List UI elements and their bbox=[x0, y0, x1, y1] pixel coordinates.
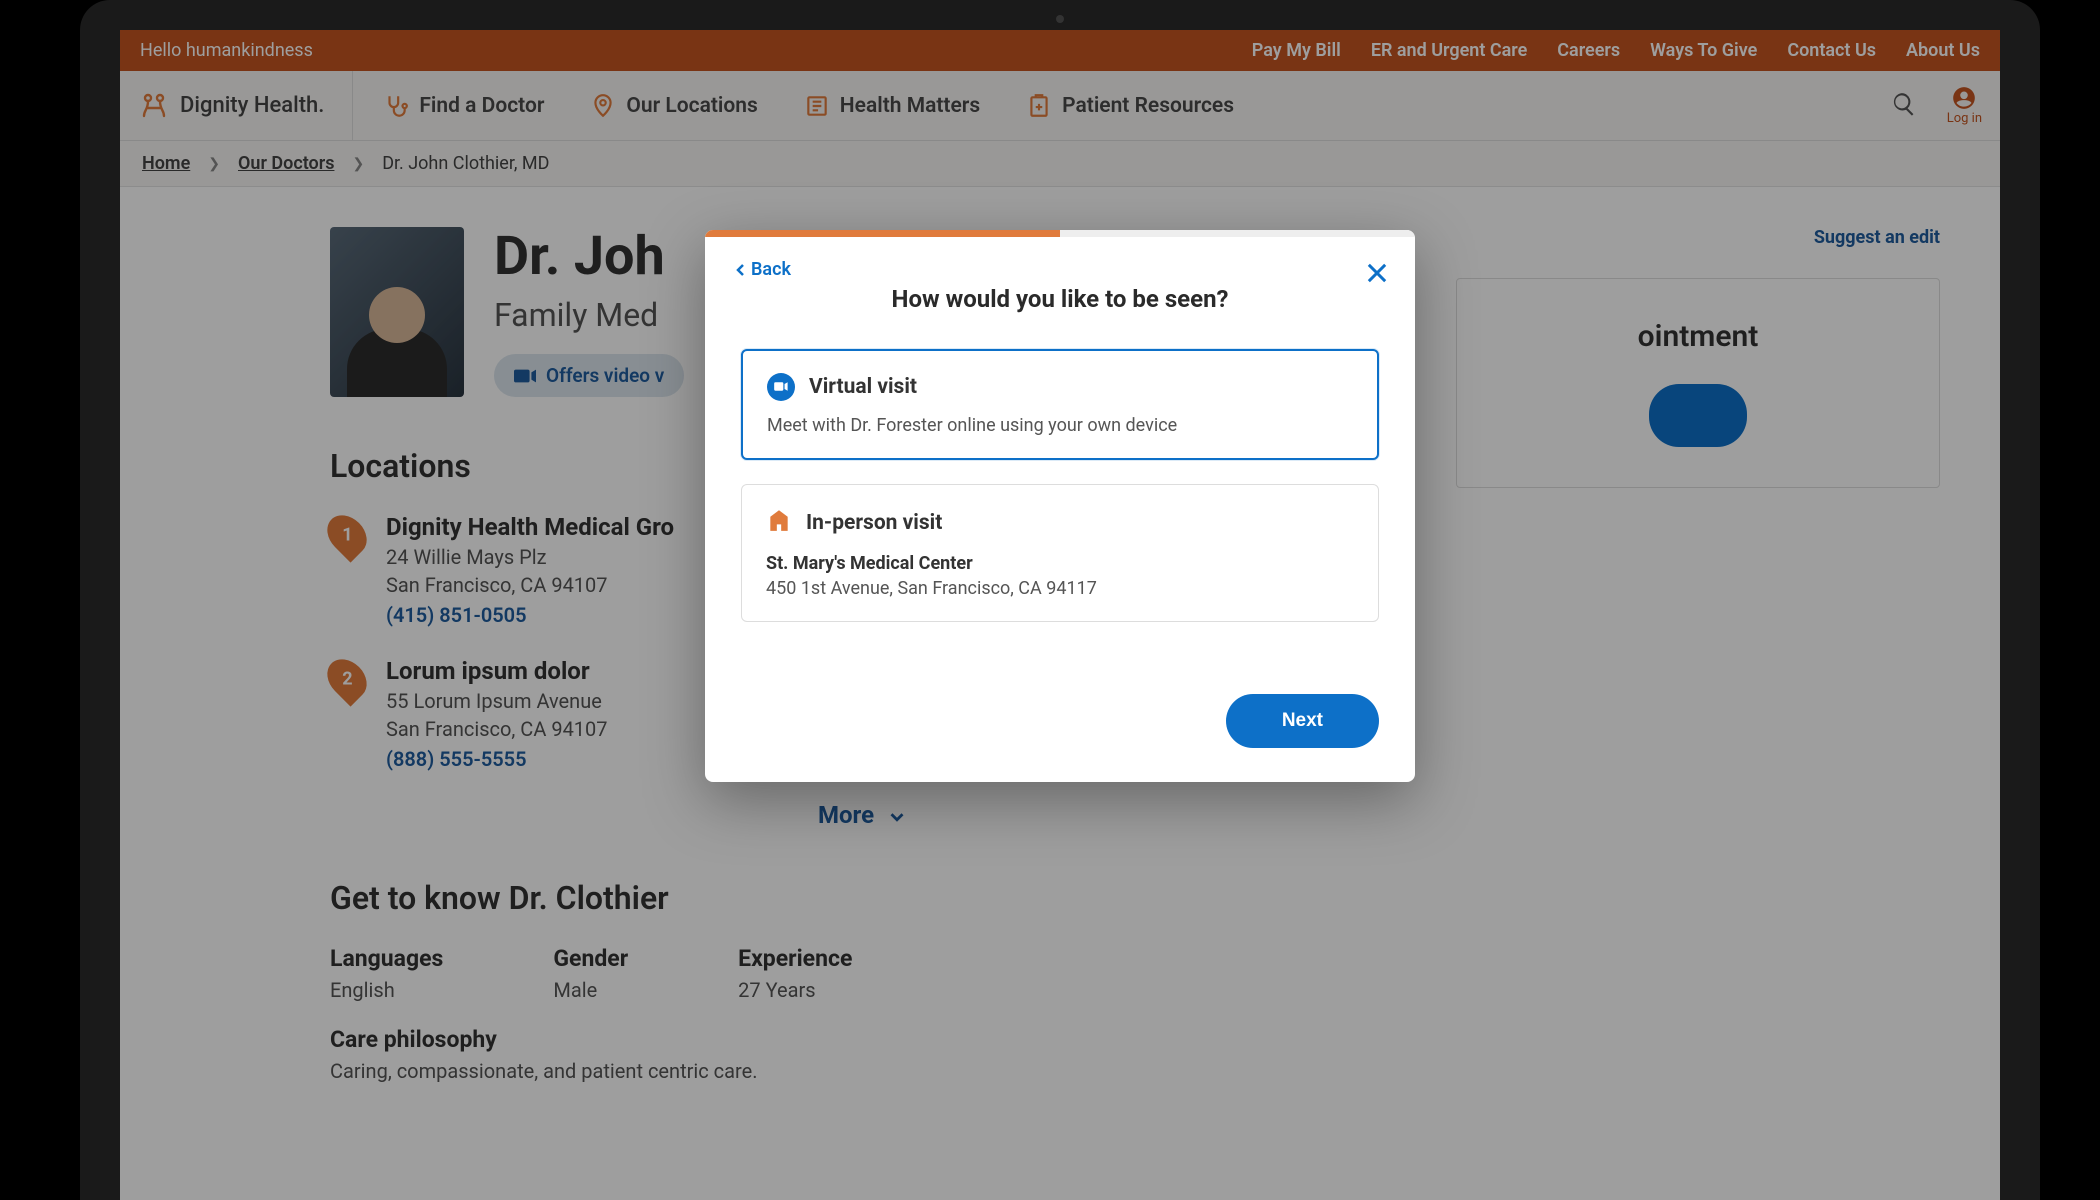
building-icon bbox=[766, 507, 792, 539]
option-virtual-visit[interactable]: Virtual visit Meet with Dr. Forester onl… bbox=[741, 349, 1379, 460]
modal-close-button[interactable] bbox=[1363, 259, 1391, 291]
modal-back-button[interactable]: Back bbox=[735, 259, 791, 280]
modal-header: Back How would you like to be seen? bbox=[705, 237, 1415, 349]
device-camera bbox=[1056, 15, 1064, 23]
option-title: In-person visit bbox=[806, 511, 942, 535]
visit-type-modal: Back How would you like to be seen? Virt… bbox=[705, 230, 1415, 782]
next-button[interactable]: Next bbox=[1226, 694, 1379, 748]
modal-body: Virtual visit Meet with Dr. Forester onl… bbox=[705, 349, 1415, 674]
option-title: Virtual visit bbox=[809, 375, 917, 399]
modal-progress-bar bbox=[705, 230, 1415, 237]
option-address: 450 1st Avenue, San Francisco, CA 94117 bbox=[766, 578, 1354, 599]
chevron-left-icon bbox=[735, 263, 747, 277]
option-in-person-visit[interactable]: In-person visit St. Mary's Medical Cente… bbox=[741, 484, 1379, 622]
video-circle-icon bbox=[767, 373, 795, 401]
modal-title: How would you like to be seen? bbox=[735, 285, 1385, 313]
close-icon bbox=[1363, 259, 1391, 287]
option-center-name: St. Mary's Medical Center bbox=[766, 553, 1354, 574]
option-header: In-person visit bbox=[766, 507, 1354, 539]
modal-footer: Next bbox=[705, 674, 1415, 782]
back-label: Back bbox=[751, 259, 791, 280]
option-description: Meet with Dr. Forester online using your… bbox=[767, 415, 1353, 436]
device-frame: Hello humankindness Pay My Bill ER and U… bbox=[80, 0, 2040, 1200]
option-header: Virtual visit bbox=[767, 373, 1353, 401]
screen: Hello humankindness Pay My Bill ER and U… bbox=[120, 30, 2000, 1200]
